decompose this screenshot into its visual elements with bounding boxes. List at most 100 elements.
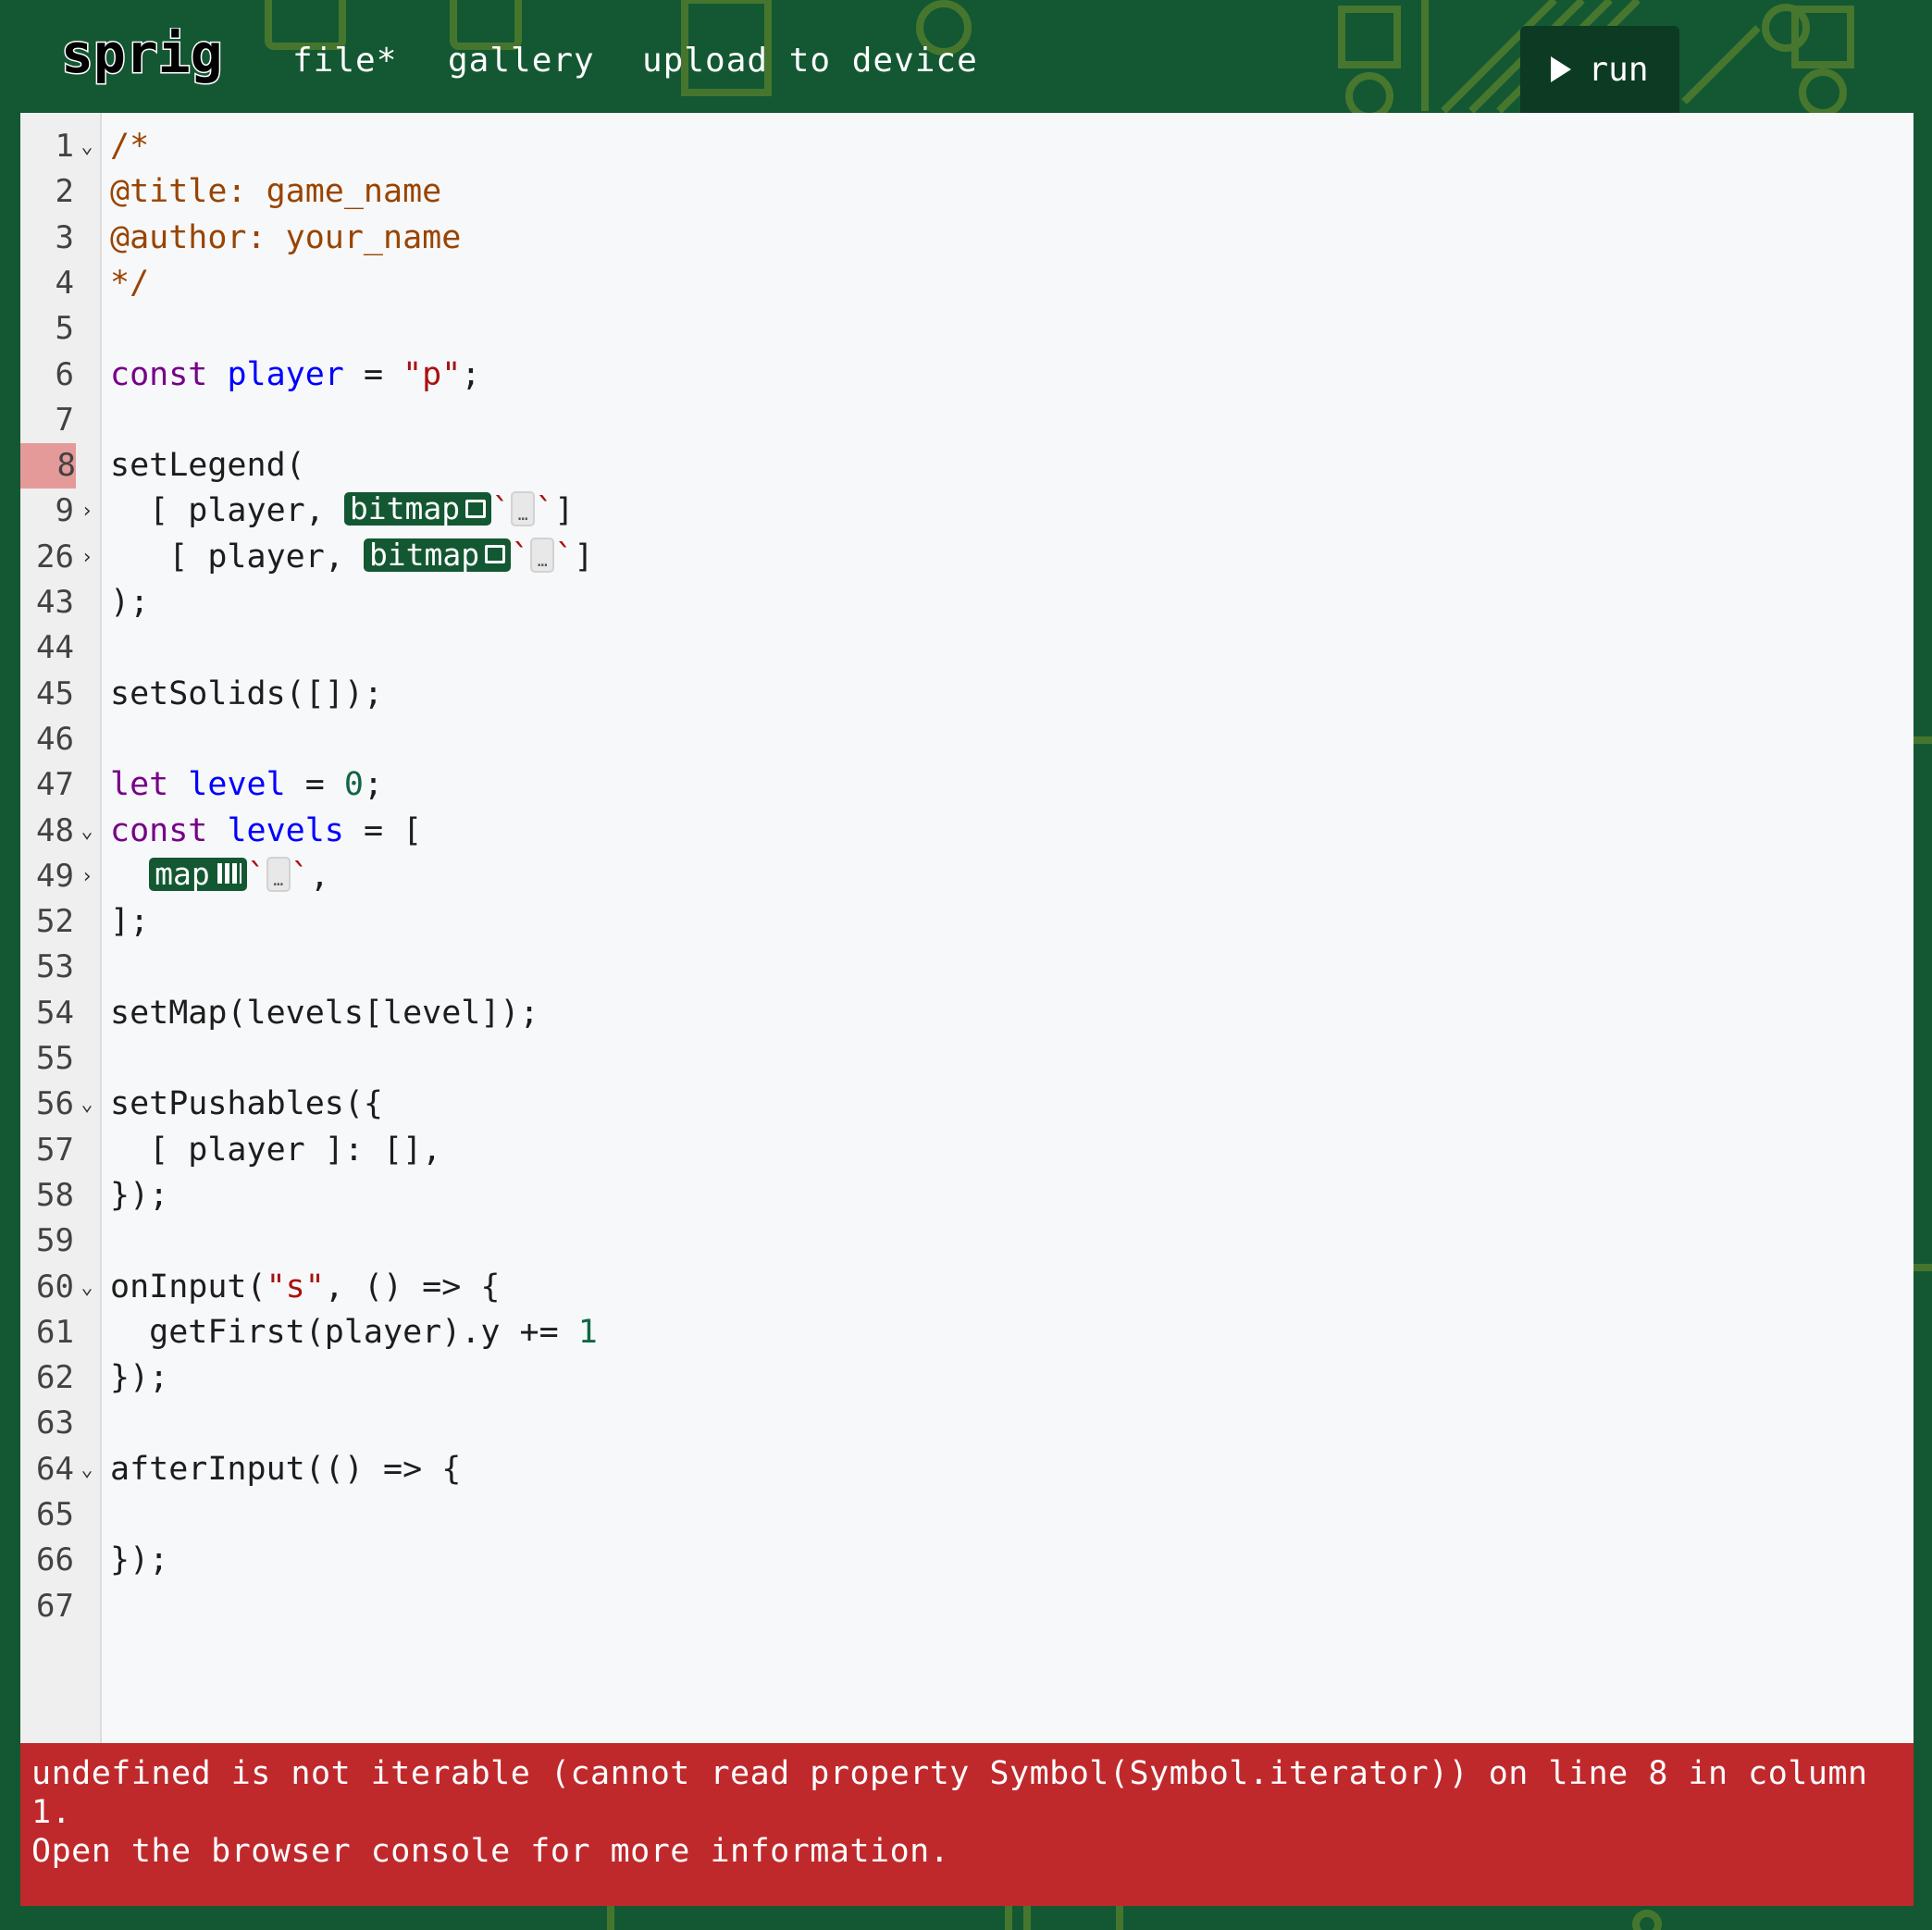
code-line[interactable]: 45 setSolids([]); (20, 672, 1913, 717)
code-text[interactable]: const player = "p"; (110, 353, 480, 398)
code-text[interactable]: const levels = [ (110, 809, 422, 854)
fold-expand-icon[interactable]: › (78, 854, 96, 899)
code-text[interactable]: }); (110, 1538, 168, 1583)
fold-collapse-icon[interactable]: ⌄ (78, 1082, 96, 1127)
code-line[interactable]: 60 ⌄ onInput("s", () => { (20, 1265, 1913, 1310)
code-line[interactable]: 57 [ player ]: [], (20, 1128, 1913, 1173)
code-line[interactable]: 47 let level = 0; (20, 762, 1913, 808)
gallery-link[interactable]: gallery (448, 41, 595, 81)
code-text[interactable]: map `… `, (110, 854, 329, 899)
code-line[interactable]: 59 (20, 1219, 1913, 1264)
line-number: 4 (55, 264, 74, 302)
code-line[interactable]: 1 ⌄ /* (20, 124, 1913, 169)
fold-expand-icon[interactable]: › (78, 535, 96, 580)
line-number: 6 (55, 355, 74, 393)
code-token: ` (535, 492, 555, 530)
code-line[interactable]: 5 (20, 306, 1913, 352)
code-line[interactable]: 67 (20, 1584, 1913, 1629)
code-line[interactable]: 43); (20, 580, 1913, 625)
code-line[interactable]: 9 › [ player, bitmap `… `] (20, 489, 1913, 534)
code-line[interactable]: 8 setLegend( (20, 443, 1913, 489)
code-editor[interactable]: 1 ⌄/* 2 @title: game_name 3 @author: your_nam… (20, 113, 1913, 1743)
code-text[interactable]: @author: your_name (110, 216, 461, 261)
code-text[interactable]: afterInput(() => { (110, 1447, 461, 1492)
code-line[interactable]: 63 (20, 1401, 1913, 1446)
code-line[interactable]: 55 (20, 1036, 1913, 1082)
map-widget[interactable]: map (149, 857, 247, 891)
fold-collapse-icon[interactable]: ⌄ (78, 1265, 96, 1310)
code-text[interactable]: [ player ]: [], (110, 1128, 441, 1173)
folded-content-placeholder[interactable]: … (530, 537, 555, 573)
bitmap-widget[interactable]: bitmap (343, 492, 492, 526)
folded-content-placeholder[interactable]: … (511, 491, 536, 527)
code-token: @title: game_name (110, 173, 442, 211)
code-line[interactable]: 64 ⌄ afterInput(() => { (20, 1447, 1913, 1492)
fold-collapse-icon[interactable]: ⌄ (78, 809, 96, 854)
code-line[interactable]: 58}); (20, 1173, 1913, 1219)
code-text[interactable]: [ player, bitmap `… `] (110, 489, 574, 534)
folded-content-placeholder[interactable]: … (266, 856, 291, 892)
upload-to-device-link[interactable]: upload to device (642, 41, 978, 81)
code-text[interactable]: [ player, bitmap `… `] (110, 535, 593, 580)
code-token: player (227, 355, 344, 393)
fold-collapse-icon[interactable]: ⌄ (78, 124, 96, 169)
code-line[interactable]: 46 (20, 717, 1913, 762)
code-token: 1 (577, 1313, 598, 1351)
code-line[interactable]: 53 (20, 945, 1913, 990)
code-line[interactable]: 4 */ (20, 261, 1913, 306)
code-text[interactable]: }); (110, 1173, 168, 1219)
code-token: let (110, 766, 169, 804)
code-token: ` (511, 538, 531, 575)
code-line[interactable]: 44 (20, 625, 1913, 671)
code-line[interactable]: 54 setMap(levels[level]); (20, 991, 1913, 1036)
code-line[interactable]: 7 (20, 398, 1913, 443)
code-text[interactable]: /* (110, 124, 149, 169)
code-line[interactable]: 66}); (20, 1538, 1913, 1583)
svg-text:sprig: sprig (61, 28, 223, 85)
line-number: 3 (55, 218, 74, 256)
code-line[interactable]: 48 ⌄ const levels = [ (20, 809, 1913, 854)
run-button[interactable]: run (1520, 26, 1679, 113)
code-text[interactable]: */ (110, 261, 149, 306)
line-number: 61 (36, 1313, 74, 1351)
code-token: ] (574, 538, 594, 575)
code-line[interactable]: 49 › map `… `, (20, 854, 1913, 899)
file-menu[interactable]: file* (292, 41, 397, 81)
code-line[interactable]: 2 @title: game_name (20, 169, 1913, 215)
code-token: = (285, 766, 344, 804)
code-line[interactable]: 56 ⌄ setPushables({ (20, 1082, 1913, 1127)
code-text[interactable]: setSolids([]); (110, 672, 383, 717)
code-text[interactable]: getFirst(player).y += 1 (110, 1310, 598, 1355)
line-number: 66 (36, 1541, 74, 1579)
code-line[interactable]: 65 (20, 1492, 1913, 1538)
line-number: 44 (36, 629, 74, 667)
code-line[interactable]: 62}); (20, 1355, 1913, 1401)
code-text[interactable]: ); (110, 580, 149, 625)
line-number: 1 (55, 128, 74, 165)
code-text[interactable]: setPushables({ (110, 1082, 383, 1127)
code-line[interactable]: 6 const player = "p"; (20, 353, 1913, 398)
sprig-logo[interactable]: sprig (59, 28, 241, 89)
code-line[interactable]: 52]; (20, 899, 1913, 945)
code-token: = [ (343, 811, 423, 849)
code-line[interactable]: 3 @author: your_name (20, 216, 1913, 261)
code-text[interactable]: }); (110, 1355, 168, 1401)
fold-collapse-icon[interactable]: ⌄ (78, 1447, 96, 1492)
code-text[interactable]: @title: game_name (110, 169, 441, 215)
run-label: run (1588, 50, 1649, 89)
code-token: ` (246, 857, 266, 895)
code-text[interactable]: setMap(levels[level]); (110, 991, 539, 1036)
code-text[interactable]: onInput("s", () => { (110, 1265, 500, 1310)
code-text[interactable]: ]; (110, 899, 149, 945)
code-token: getFirst(player).y += (110, 1313, 578, 1351)
code-line[interactable]: 26 › [ player, bitmap `… `] (20, 535, 1913, 580)
code-text[interactable]: let level = 0; (110, 762, 383, 808)
line-number: 47 (36, 766, 74, 804)
fold-expand-icon[interactable]: › (78, 489, 96, 534)
code-token: const (110, 355, 208, 393)
code-token: "s" (266, 1268, 325, 1305)
code-text[interactable]: setLegend( (110, 443, 305, 489)
code-token: "p" (402, 355, 462, 393)
bitmap-widget[interactable]: bitmap (363, 538, 512, 572)
code-line[interactable]: 61 getFirst(player).y += 1 (20, 1310, 1913, 1355)
